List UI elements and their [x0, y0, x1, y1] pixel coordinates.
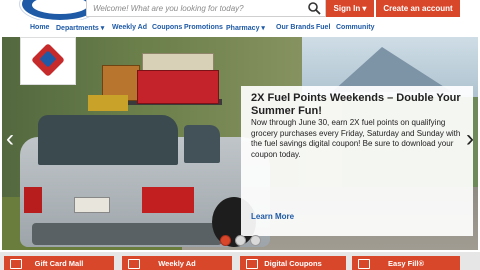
search-icon[interactable] [307, 1, 321, 15]
red-cooler [137, 70, 219, 104]
header: Sign In ▾ Create an account [0, 0, 480, 22]
nav-our-brands[interactable]: Our Brands [276, 24, 315, 31]
quick-link-label: Gift Card Mall [34, 258, 84, 268]
cooler-lid [142, 53, 214, 71]
car-taillight-right [142, 187, 194, 213]
nav-community[interactable]: Community [336, 24, 375, 31]
quick-link-label: Weekly Ad [158, 258, 196, 268]
search-box [86, 0, 326, 17]
quick-link-easy-fill[interactable]: Easy Fill® [352, 256, 460, 270]
sign-in-button[interactable]: Sign In ▾ [326, 0, 374, 17]
nav-fuel[interactable]: Fuel [316, 24, 330, 31]
logo-oval [32, 0, 88, 14]
quick-link-label: Digital Coupons [264, 258, 322, 268]
carousel-dot-3[interactable] [250, 234, 261, 246]
hero-carousel: 2X Fuel Points Weekends – Double Your Su… [2, 37, 478, 250]
license-plate [74, 197, 110, 213]
nav-home[interactable]: Home [30, 24, 49, 31]
gift-card-icon [10, 259, 22, 269]
promo-body: Now through June 30, earn 2X fuel points… [251, 118, 461, 159]
newspaper-icon [128, 259, 140, 269]
quick-link-label: Easy Fill® [388, 258, 424, 268]
brand-badge [20, 37, 76, 85]
car-rear-window [38, 115, 178, 165]
quick-link-digital-coupons[interactable]: Digital Coupons [240, 256, 346, 270]
carousel-next-icon[interactable]: › [466, 127, 474, 151]
car-taillight-left [24, 187, 42, 213]
nav-weekly-ad[interactable]: Weekly Ad [112, 24, 147, 31]
nav-pharmacy[interactable]: Pharmacy ▾ [226, 24, 265, 32]
promo-panel: 2X Fuel Points Weekends – Double Your Su… [241, 86, 473, 236]
carousel-dots [220, 234, 268, 246]
carousel-dot-2[interactable] [235, 234, 246, 246]
create-account-button[interactable]: Create an account [376, 0, 460, 17]
prescription-icon [358, 259, 370, 269]
carousel-prev-icon[interactable]: ‹ [6, 127, 14, 151]
search-input[interactable] [87, 0, 303, 16]
duffel-bag [88, 95, 128, 111]
car-bumper [32, 223, 222, 245]
promo-title: 2X Fuel Points Weekends – Double Your Su… [251, 92, 461, 117]
coupon-icon [246, 259, 258, 269]
nav-promotions[interactable]: Promotions [184, 24, 223, 31]
nav-departments[interactable]: Departments ▾ [56, 24, 104, 32]
car-side-window [184, 125, 220, 163]
carousel-dot-1[interactable] [220, 234, 231, 246]
quick-link-weekly-ad[interactable]: Weekly Ad [122, 256, 232, 270]
learn-more-link[interactable]: Learn More [251, 212, 294, 221]
main-nav: Home Departments ▾ Weekly Ad Coupons Pro… [0, 20, 480, 36]
nav-coupons[interactable]: Coupons [152, 24, 182, 31]
quick-link-gift-card-mall[interactable]: Gift Card Mall [4, 256, 114, 270]
